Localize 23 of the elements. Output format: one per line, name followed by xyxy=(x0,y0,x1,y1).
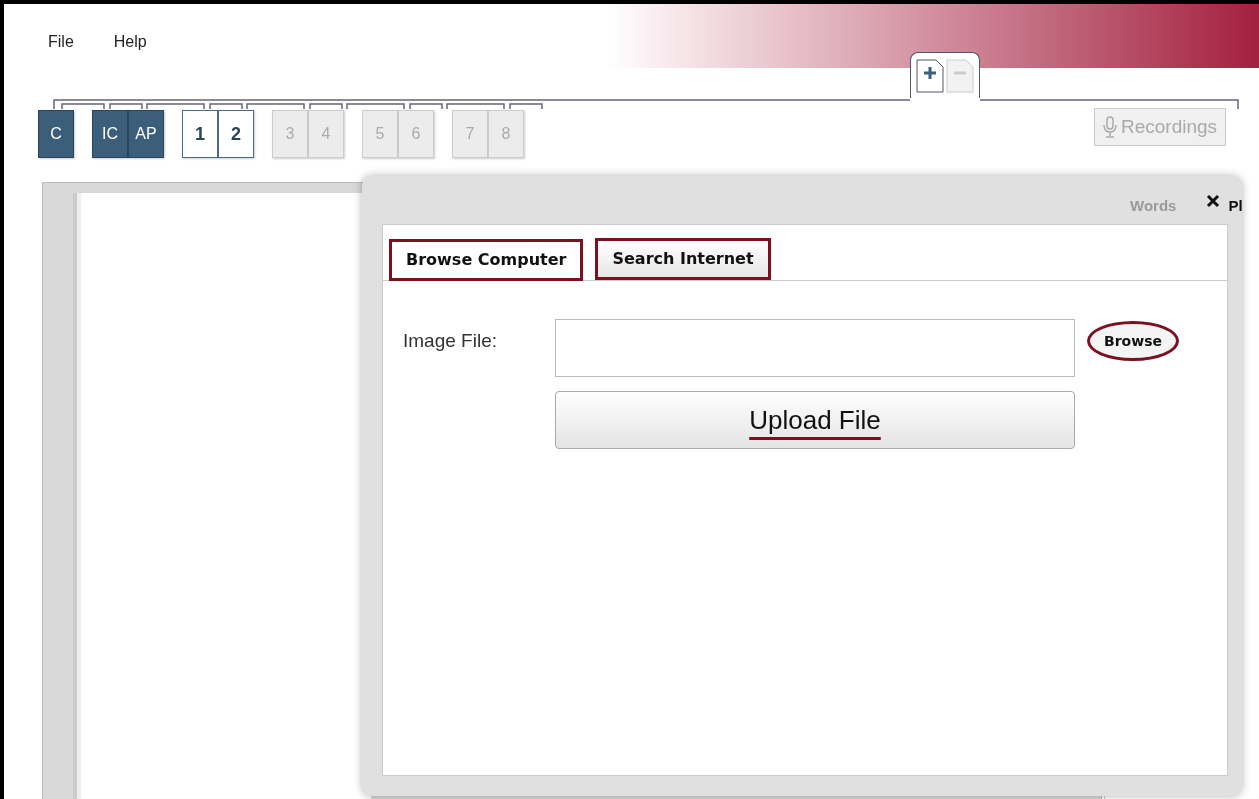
page-tab: 6 xyxy=(398,110,434,158)
page-tab[interactable]: 2 xyxy=(218,110,254,158)
page-tab: 7 xyxy=(452,110,488,158)
menu-item[interactable]: File xyxy=(48,30,74,54)
page-tab: 4 xyxy=(308,110,344,158)
add-page-icon[interactable] xyxy=(916,58,944,93)
close-icon[interactable] xyxy=(1206,194,1220,208)
page-tab[interactable]: AP xyxy=(128,110,164,158)
dialog-tab[interactable]: Browse Computer xyxy=(389,239,584,281)
page-tab: 3 xyxy=(272,110,308,158)
image-file-field[interactable] xyxy=(555,319,1075,377)
dialog-tab[interactable]: Search Internet xyxy=(595,238,771,280)
page-tab[interactable]: C xyxy=(38,110,74,158)
panel-tab[interactable]: Pl xyxy=(1228,195,1243,218)
page-tab: 5 xyxy=(362,110,398,158)
image-file-label: Image File: xyxy=(403,329,498,353)
menu-item[interactable]: Help xyxy=(113,30,147,54)
page-tab[interactable]: 1 xyxy=(182,110,218,158)
microphone-icon xyxy=(1103,116,1117,138)
browse-button[interactable]: Browse xyxy=(1087,321,1179,361)
upload-file-button[interactable]: Upload File xyxy=(555,391,1075,449)
page-tab: 8 xyxy=(488,110,524,158)
page-tab[interactable]: IC xyxy=(92,110,128,158)
